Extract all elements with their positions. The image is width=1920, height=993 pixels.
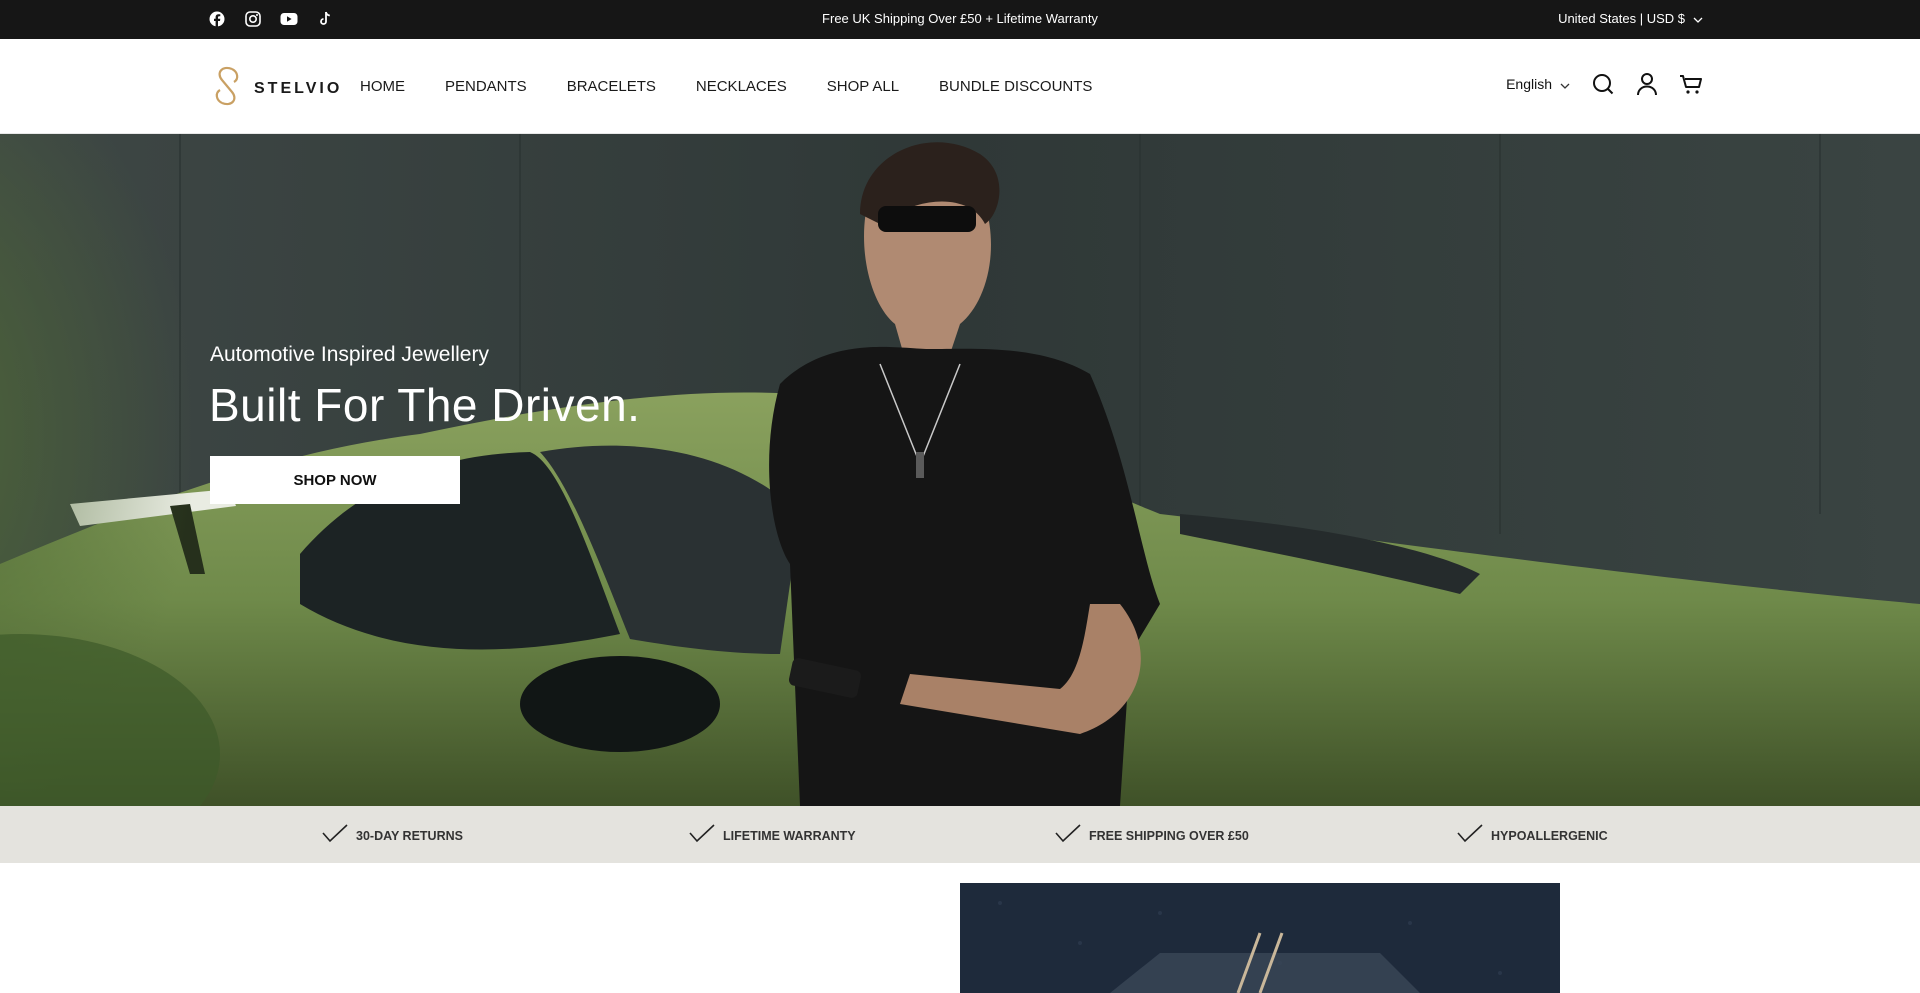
announcement-bar: Free UK Shipping Over £50 + Lifetime War… (0, 0, 1920, 39)
main-nav: HOME PENDANTS BRACELETS NECKLACES SHOP A… (360, 78, 1092, 95)
language-label: English (1506, 76, 1552, 92)
feature-returns: 30-DAY RETURNS (322, 824, 463, 847)
feature-label: LIFETIME WARRANTY (723, 828, 856, 843)
logo-mark-icon (212, 63, 242, 114)
checkmark-icon (322, 824, 348, 847)
locale-label: United States | USD $ (1558, 11, 1685, 26)
site-header: STELVIO HOME PENDANTS BRACELETS NECKLACE… (0, 39, 1920, 134)
nav-necklaces[interactable]: NECKLACES (696, 78, 787, 95)
checkmark-icon (1457, 824, 1483, 847)
nav-home[interactable]: HOME (360, 78, 405, 95)
feature-label: 30-DAY RETURNS (356, 828, 463, 843)
feature-label: FREE SHIPPING OVER £50 (1089, 828, 1249, 843)
chevron-down-icon (1693, 11, 1703, 26)
features-strip: 30-DAY RETURNS LIFETIME WARRANTY FREE SH… (0, 806, 1920, 863)
header-actions: English (1506, 71, 1704, 97)
feature-shipping: FREE SHIPPING OVER £50 (1055, 824, 1249, 847)
cart-icon[interactable] (1678, 71, 1704, 97)
nav-pendants[interactable]: PENDANTS (445, 78, 527, 95)
nav-bundle-discounts[interactable]: BUNDLE DISCOUNTS (939, 78, 1092, 95)
shop-now-button[interactable]: SHOP NOW (210, 456, 460, 504)
account-icon[interactable] (1634, 71, 1660, 97)
logo[interactable]: STELVIO (212, 63, 342, 114)
hero-title: Built For The Driven. (209, 379, 641, 431)
nav-shop-all[interactable]: SHOP ALL (827, 78, 899, 95)
search-icon[interactable] (1590, 71, 1616, 97)
checkmark-icon (689, 824, 715, 847)
nav-bracelets[interactable]: BRACELETS (567, 78, 656, 95)
logo-text: STELVIO (254, 79, 343, 97)
checkmark-icon (1055, 824, 1081, 847)
hero-subtitle: Automotive Inspired Jewellery (210, 343, 489, 366)
product-image[interactable] (960, 883, 1560, 993)
feature-label: HYPOALLERGENIC (1491, 828, 1608, 843)
hero-banner: Automotive Inspired Jewellery Built For … (0, 134, 1920, 806)
language-selector[interactable]: English (1506, 76, 1570, 92)
chevron-down-icon (1560, 76, 1570, 92)
feature-warranty: LIFETIME WARRANTY (689, 824, 856, 847)
feature-hypoallergenic: HYPOALLERGENIC (1457, 824, 1608, 847)
locale-selector[interactable]: United States | USD $ (1558, 11, 1703, 26)
